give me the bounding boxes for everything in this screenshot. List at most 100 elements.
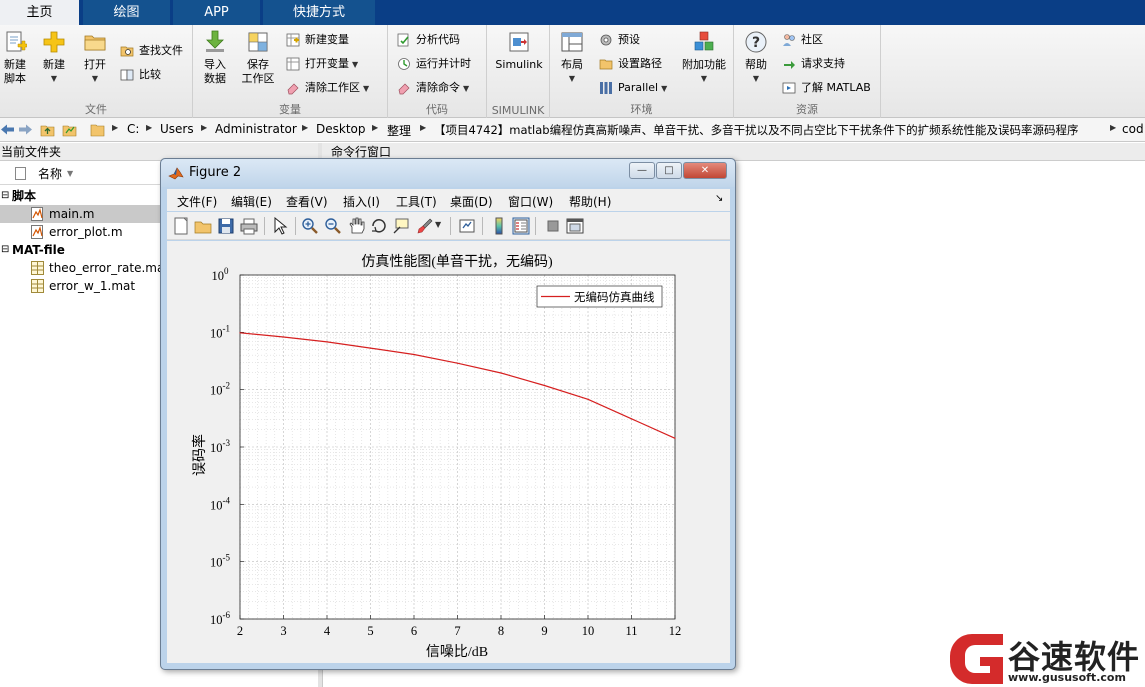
- breadcrumb-desktop[interactable]: Desktop: [316, 122, 366, 136]
- brush-icon[interactable]: [416, 217, 434, 235]
- browse-folder-icon[interactable]: [62, 122, 77, 137]
- menu-insert[interactable]: 插入(I): [343, 193, 380, 210]
- menu-edit[interactable]: 编辑(E): [231, 193, 272, 210]
- new-variable-label: 新建变量: [305, 33, 349, 46]
- sort-chevron-icon: ▼: [67, 169, 74, 178]
- request-support-button[interactable]: 请求支持: [782, 55, 845, 73]
- menu-window[interactable]: 窗口(W): [508, 193, 553, 210]
- tab-shortcuts[interactable]: 快捷方式: [263, 0, 376, 25]
- up-folder-icon[interactable]: [40, 122, 55, 137]
- breadcrumb-administrator[interactable]: Administrator: [215, 122, 297, 136]
- legend[interactable]: 无编码仿真曲线: [536, 285, 663, 308]
- collapse-icon[interactable]: ⊟: [1, 241, 9, 259]
- menu-desktop[interactable]: 桌面(D): [450, 193, 493, 210]
- save-workspace-button[interactable]: 保存 工作区: [238, 30, 278, 86]
- folder-icon: [90, 124, 105, 137]
- learn-matlab-button[interactable]: 了解 MATLAB: [782, 79, 871, 97]
- breadcrumb-separator-icon: ▶: [201, 123, 208, 132]
- menu-file[interactable]: 文件(F): [177, 193, 217, 210]
- request-support-label: 请求支持: [801, 57, 845, 70]
- chevron-down-icon: ▼: [50, 74, 58, 83]
- import-data-button[interactable]: 导入 数据: [199, 30, 231, 86]
- run-time-icon: [398, 58, 410, 70]
- forward-arrow-icon[interactable]: [18, 122, 33, 137]
- pointer-icon[interactable]: [271, 217, 289, 235]
- new-button[interactable]: 新建 ▼: [38, 30, 70, 86]
- open-label: 打开: [84, 58, 106, 71]
- community-icon: [783, 34, 795, 46]
- open-file-icon[interactable]: [194, 217, 212, 235]
- zoom-in-icon[interactable]: [301, 217, 319, 235]
- colorbar-icon[interactable]: [490, 217, 508, 235]
- addons-button[interactable]: 附加功能 ▼: [680, 30, 728, 86]
- folder-open-icon: [84, 35, 106, 51]
- run-and-time-button[interactable]: 运行并计时: [397, 55, 471, 73]
- y-tick-label: 10-5: [210, 553, 230, 570]
- x-tick-label: 2: [237, 624, 243, 638]
- help-button[interactable]: ? 帮助 ▼: [740, 30, 772, 86]
- maximize-button[interactable]: □: [656, 162, 682, 179]
- layout-button[interactable]: 布局 ▼: [556, 30, 588, 86]
- mat-file-icon: [31, 261, 44, 275]
- breadcrumb-users[interactable]: Users: [160, 122, 194, 136]
- breadcrumb-zhengli[interactable]: 整理: [387, 122, 411, 139]
- link-plot-icon[interactable]: [458, 217, 476, 235]
- community-button[interactable]: 社区: [782, 31, 823, 49]
- ribbon-group-simulink: Simulink SIMULINK: [487, 25, 550, 118]
- breadcrumb-drive[interactable]: C:: [127, 122, 139, 136]
- data-cursor-icon[interactable]: [392, 217, 410, 235]
- figure-canvas[interactable]: 仿真性能图(单音干扰，无编码) 2 3 4 5 6 7 8 9 10 11 12 100 10-1 10…: [167, 241, 730, 663]
- back-arrow-icon[interactable]: [0, 122, 15, 137]
- simulink-icon: [509, 32, 529, 52]
- tab-home[interactable]: 主页: [0, 0, 80, 25]
- ribbon-group-file: 新建 脚本 新建 ▼ 打开 ▼ 查找文件 比较 文件: [0, 25, 193, 118]
- tab-apps[interactable]: APP: [173, 0, 261, 25]
- print-icon[interactable]: [240, 217, 258, 235]
- clear-workspace-button[interactable]: 清除工作区 ▼: [286, 79, 369, 97]
- learn-icon: [782, 82, 796, 94]
- open-button[interactable]: 打开 ▼: [79, 30, 111, 86]
- open-variable-button[interactable]: 打开变量 ▼: [286, 55, 358, 73]
- zoom-out-icon[interactable]: [324, 217, 342, 235]
- hide-plot-tools-icon[interactable]: [544, 217, 562, 235]
- collapse-icon[interactable]: ⊟: [1, 187, 9, 205]
- pan-icon[interactable]: [347, 217, 365, 235]
- close-button[interactable]: ✕: [683, 162, 727, 179]
- show-plot-tools-icon[interactable]: [566, 217, 584, 235]
- new-script-button[interactable]: 新建 脚本: [0, 30, 30, 86]
- figure-window[interactable]: Figure 2 — □ ✕ 文件(F) 编辑(E) 查看(V) 插入(I) 工…: [160, 158, 736, 670]
- analyze-code-button[interactable]: 分析代码: [397, 31, 460, 49]
- chevron-down-icon: ▼: [363, 84, 370, 93]
- ribbon-group-title-simulink: SIMULINK: [491, 104, 545, 117]
- new-figure-icon[interactable]: [172, 217, 190, 235]
- new-variable-button[interactable]: 新建变量: [286, 31, 349, 49]
- set-path-button[interactable]: 设置路径: [599, 55, 662, 73]
- ribbon-group-code: 分析代码 运行并计时 清除命令 ▼ 代码: [388, 25, 487, 118]
- ribbon: 新建 脚本 新建 ▼ 打开 ▼ 查找文件 比较 文件 导入 数据 保存 工作区 …: [0, 25, 1145, 118]
- menu-help[interactable]: 帮助(H): [569, 193, 611, 210]
- menu-tools[interactable]: 工具(T): [396, 193, 437, 210]
- save-icon[interactable]: [217, 217, 235, 235]
- simulink-button[interactable]: Simulink: [491, 30, 547, 72]
- new-script-icon: [6, 31, 27, 52]
- brush-dropdown-icon[interactable]: ▼: [435, 220, 441, 229]
- parallel-button[interactable]: Parallel ▼: [599, 79, 667, 97]
- clear-commands-button[interactable]: 清除命令 ▼: [397, 79, 469, 97]
- preferences-button[interactable]: 预设: [599, 31, 640, 49]
- tab-strip: 主页 绘图 APP 快捷方式: [0, 0, 1145, 25]
- breadcrumb-project-folder[interactable]: 【项目4742】matlab编程仿真高斯噪声、单音干扰、多音干扰以及不同占空比下…: [434, 122, 1079, 138]
- new-label: 新建: [43, 58, 65, 71]
- minimize-button[interactable]: —: [629, 162, 655, 179]
- compare-button[interactable]: 比较: [120, 66, 161, 84]
- rotate-3d-icon[interactable]: [370, 217, 388, 235]
- command-window-title: 命令行窗口: [331, 145, 392, 159]
- breadcrumb-code[interactable]: cod: [1122, 122, 1144, 136]
- ribbon-group-environment: 布局 ▼ 预设 设置路径 Parallel ▼ 附加功能 ▼ 环境: [550, 25, 734, 118]
- menu-overflow-icon[interactable]: ↘: [715, 193, 723, 204]
- tab-plots[interactable]: 绘图: [83, 0, 171, 25]
- figure-titlebar[interactable]: Figure 2 — □ ✕: [161, 159, 735, 187]
- menu-view[interactable]: 查看(V): [286, 193, 328, 210]
- legend-icon[interactable]: [512, 217, 530, 235]
- chevron-down-icon: ▼: [352, 60, 359, 69]
- find-files-button[interactable]: 查找文件: [120, 42, 183, 60]
